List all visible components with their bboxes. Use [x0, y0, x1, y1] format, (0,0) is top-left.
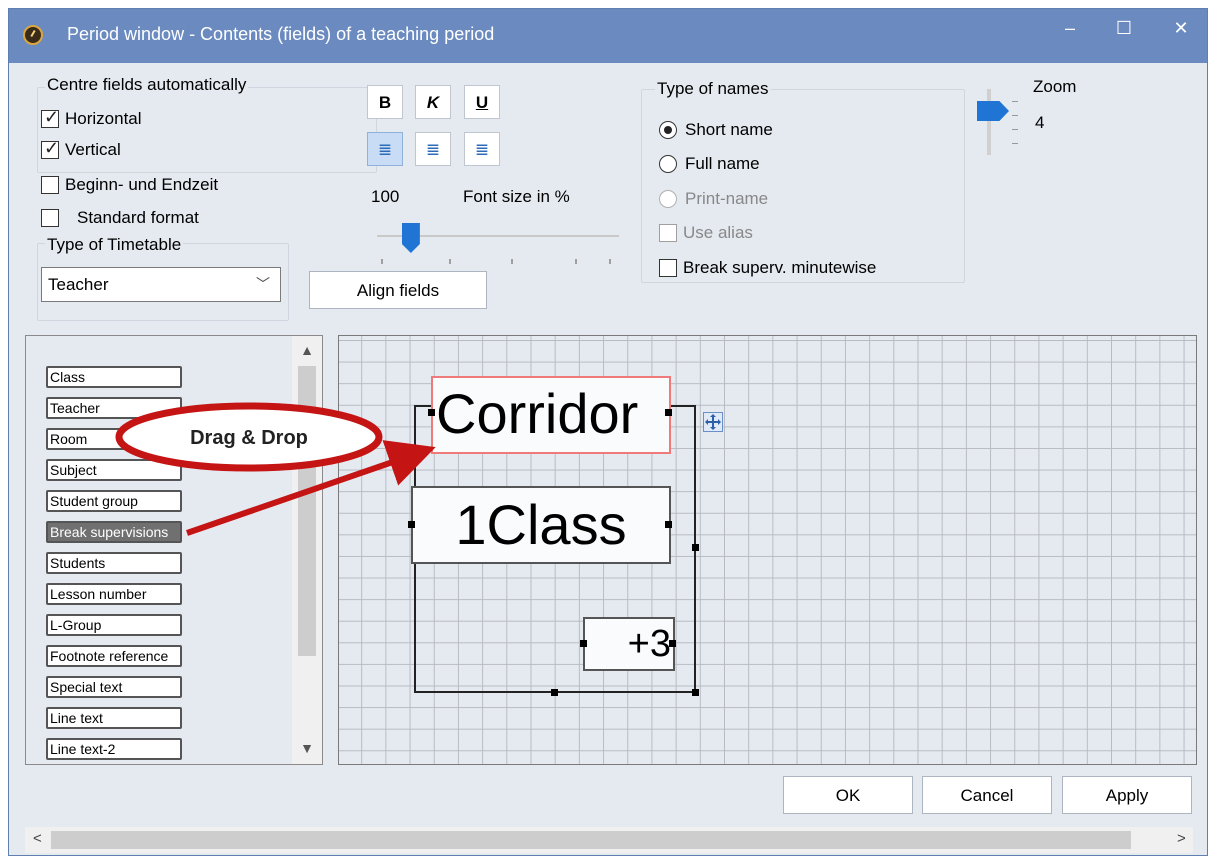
scrollbar-thumb[interactable]	[51, 831, 1131, 849]
scroll-left-icon[interactable]: <	[33, 830, 42, 847]
horizontal-scrollbar[interactable]: < >	[25, 827, 1193, 853]
apply-button[interactable]: Apply	[1062, 776, 1192, 814]
scroll-right-icon[interactable]: >	[1177, 830, 1186, 847]
drag-drop-text: Drag & Drop	[190, 427, 308, 449]
drag-drop-overlay: Drag & Drop	[115, 402, 436, 536]
cancel-button[interactable]: Cancel	[922, 776, 1052, 814]
period-window: Period window - Contents (fields) of a t…	[8, 8, 1208, 856]
ok-button[interactable]: OK	[783, 776, 913, 814]
